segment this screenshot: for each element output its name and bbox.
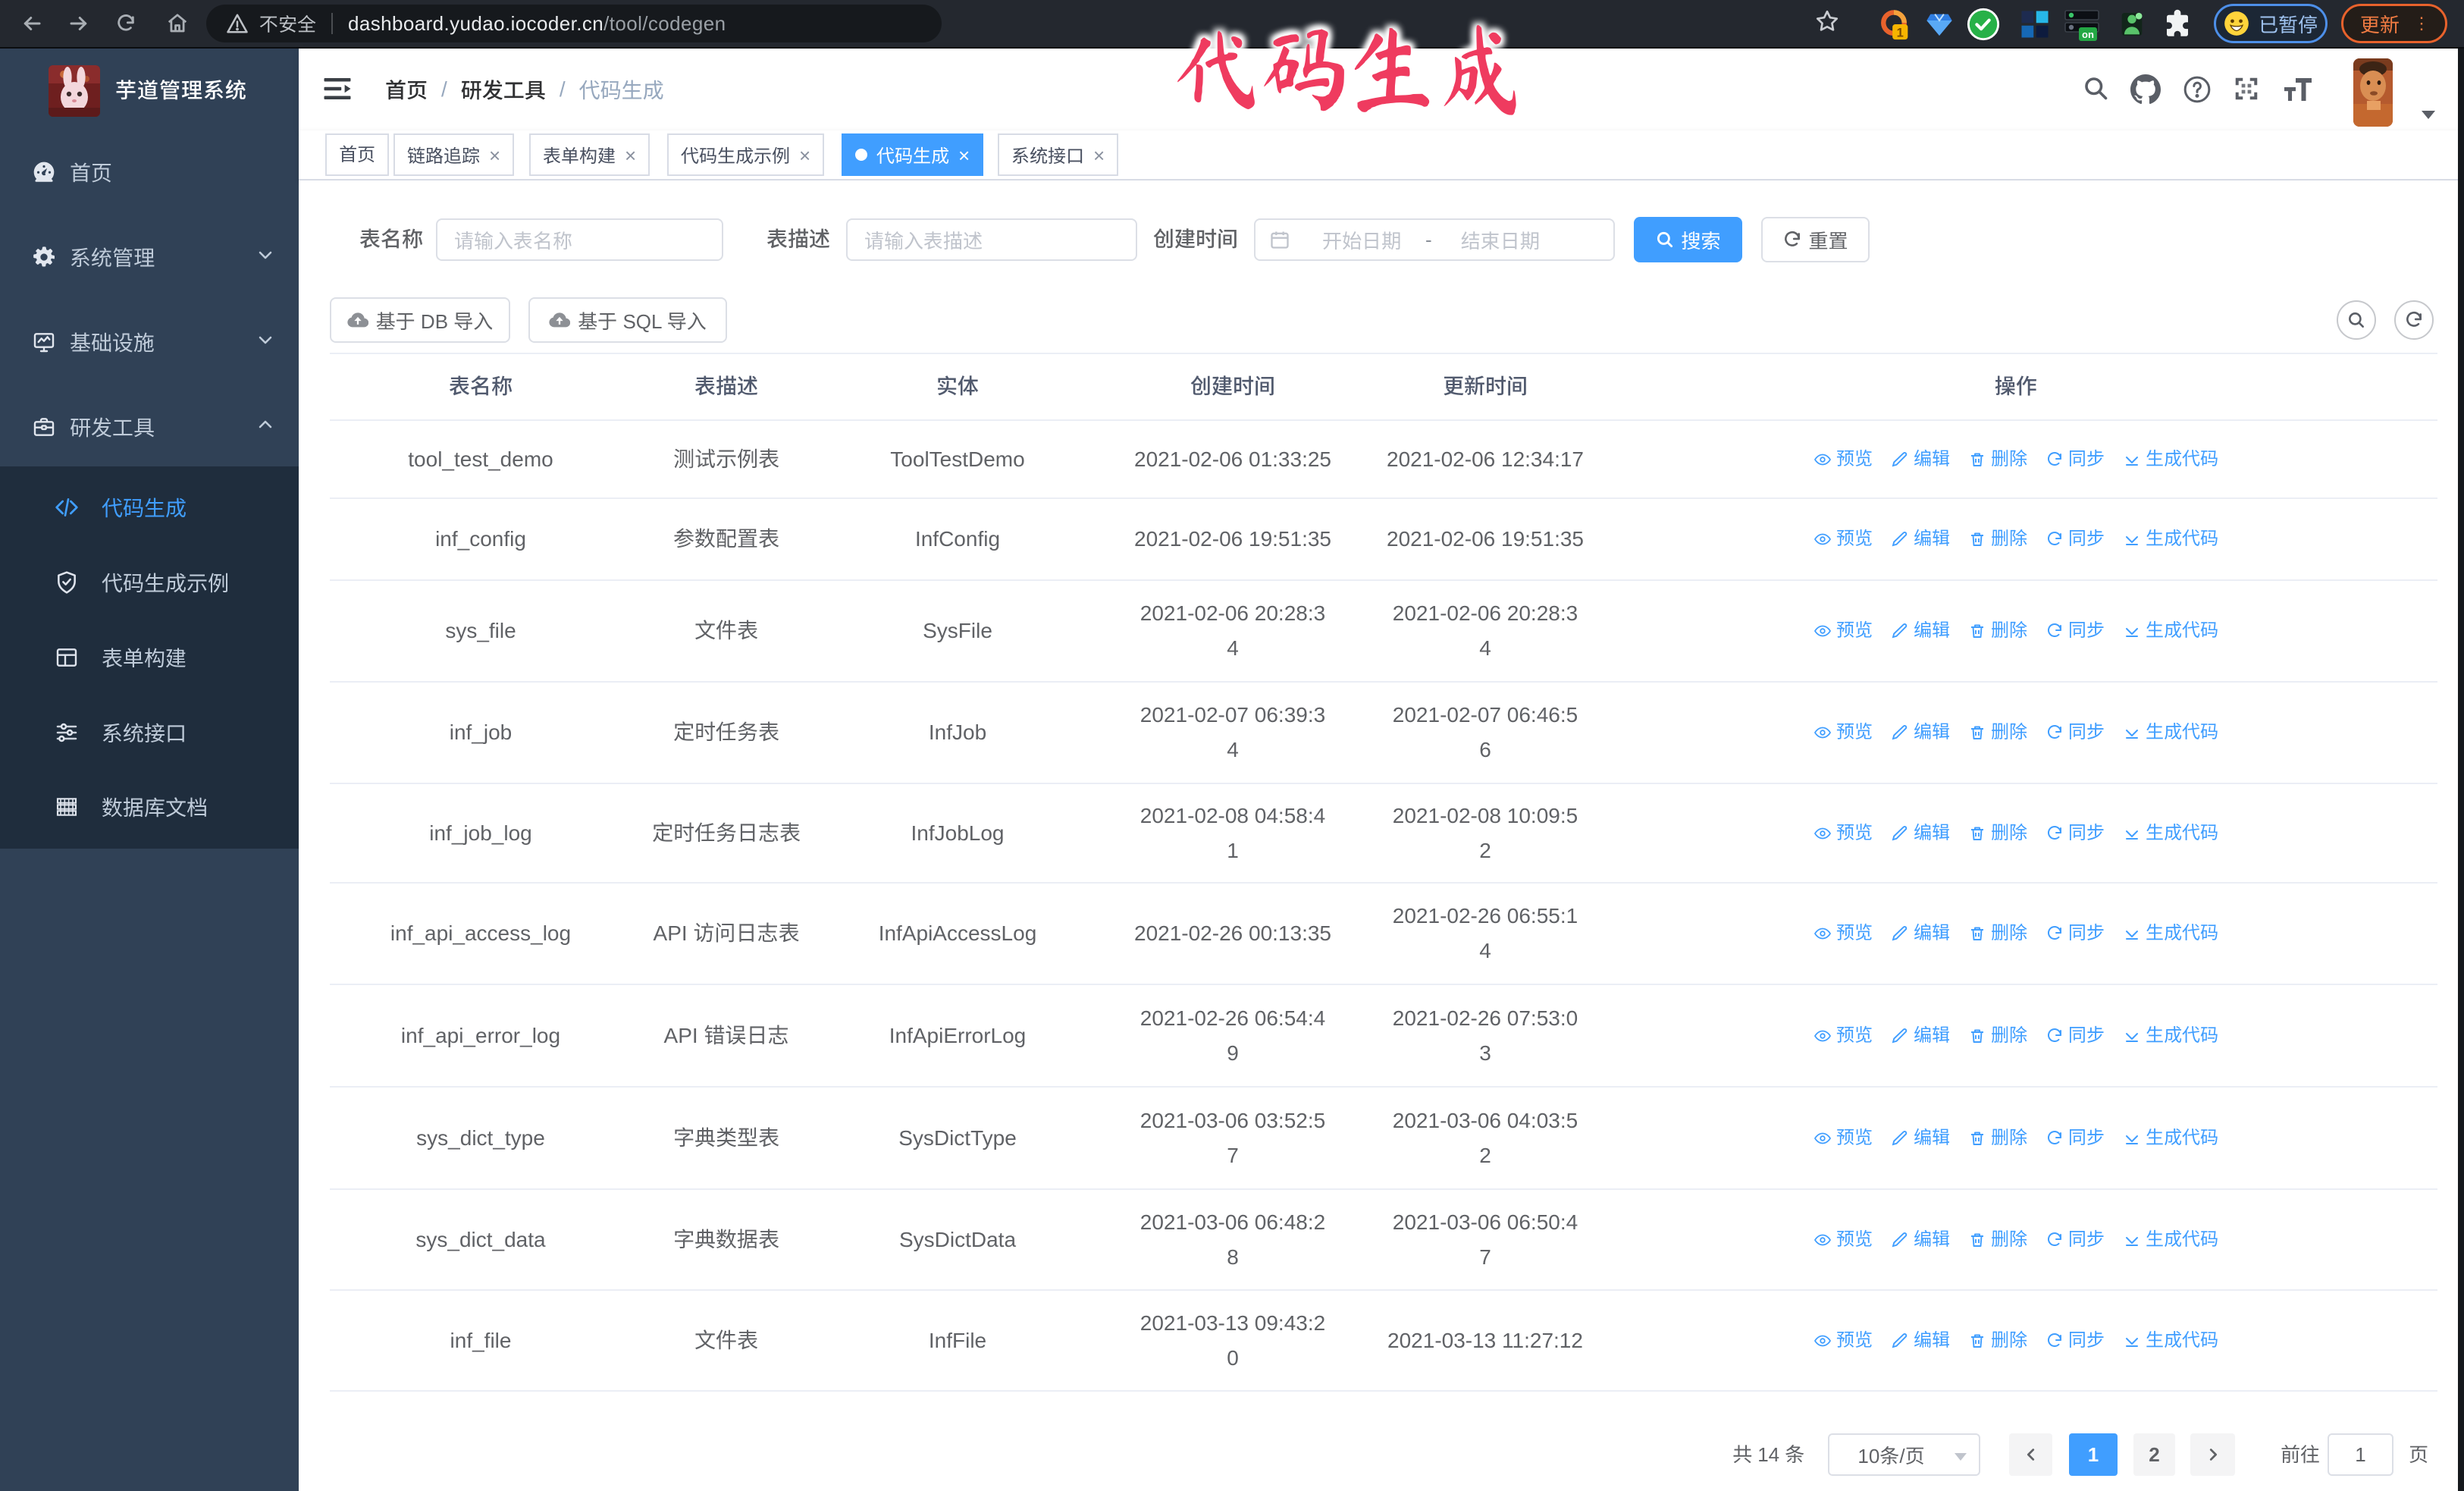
svg-text:1: 1 [1897, 27, 1904, 40]
svg-text:on: on [2082, 29, 2094, 40]
